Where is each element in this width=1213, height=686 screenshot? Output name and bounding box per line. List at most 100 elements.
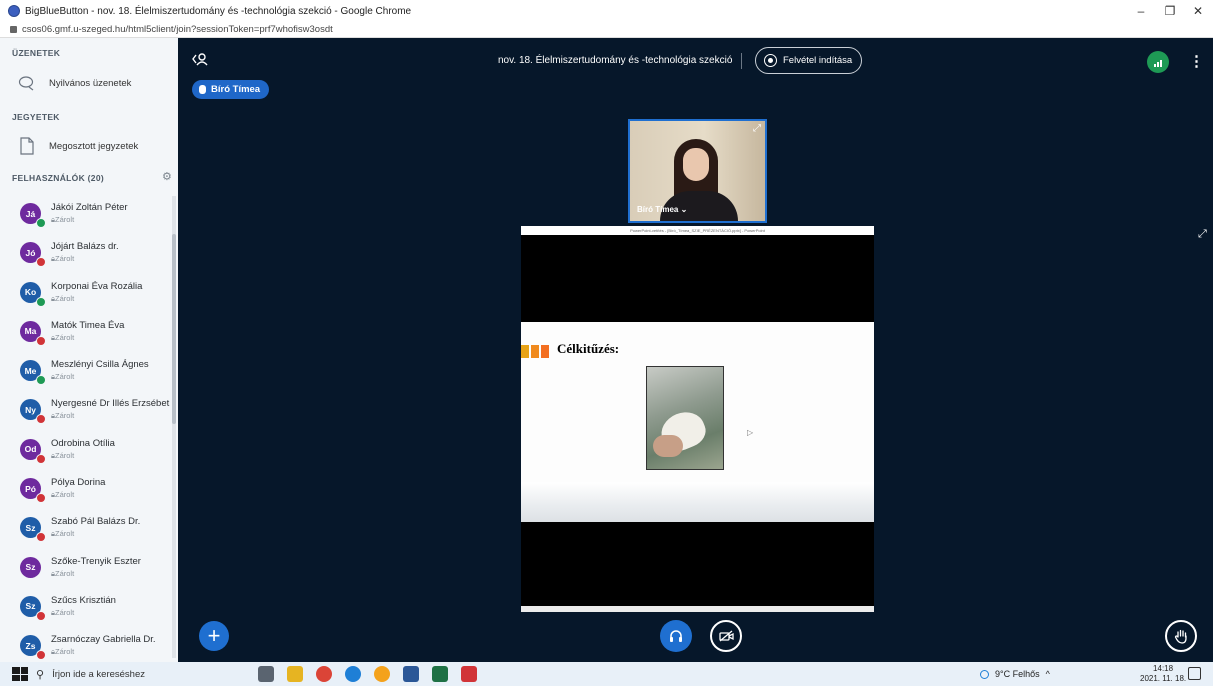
public-chat-item[interactable]: Nyilvános üzenetek: [0, 66, 178, 100]
clock-time: 14:18: [1153, 664, 1174, 673]
user-list-item[interactable]: Sz Szabó Pál Balázs Dr. 🔒︎Zárolt: [0, 510, 172, 549]
hand-icon: [1174, 629, 1187, 644]
main-presentation-area: Bíró Tímea nov. 18. Élelmiszertudomány é…: [178, 38, 1213, 662]
actions-plus-button[interactable]: +: [199, 621, 229, 651]
url-text[interactable]: csos06.gmf.u-szeged.hu/html5client/join?…: [22, 24, 333, 35]
chrome-icon[interactable]: [316, 666, 332, 682]
fullscreen-icon[interactable]: ⤢: [1198, 228, 1207, 241]
search-icon: ⚲: [36, 668, 45, 681]
user-name: Jójárt Balázs dr.: [51, 241, 119, 253]
taskbar-search[interactable]: ⚲ Írjon ide a kereséshez: [36, 662, 236, 686]
document-icon: [17, 136, 37, 156]
user-list-item[interactable]: Já Jákói Zoltán Péter 🔒︎Zárolt: [0, 196, 172, 235]
connection-status-icon[interactable]: [1147, 51, 1169, 73]
microphone-icon: [199, 85, 206, 94]
user-list-item[interactable]: Ma Matók Timea Éva 🔒︎Zárolt: [0, 314, 172, 353]
user-name: Korponai Éva Rozália: [51, 280, 143, 292]
user-name: Pólya Dorina: [51, 477, 106, 489]
window-title: BigBlueButton - nov. 18. Élelmiszertudom…: [25, 5, 412, 17]
notification-center-icon[interactable]: [1188, 667, 1201, 680]
windows-start-icon[interactable]: [12, 667, 28, 681]
word-icon[interactable]: [403, 666, 419, 682]
system-tray: 9°C Felhős ^: [980, 662, 1050, 686]
user-status: 🔒︎Zárolt: [51, 568, 75, 578]
mic-status-icon: [36, 218, 46, 228]
user-list-item[interactable]: Ko Korponai Éva Rozália 🔒︎Zárolt: [0, 275, 172, 314]
weather-text[interactable]: 9°C Felhős: [995, 669, 1040, 679]
user-list-sidebar: ÜZENETEK Nyilvános üzenetek JEGYETEK Meg…: [0, 38, 178, 662]
mic-status-icon: [36, 296, 46, 307]
user-list-item[interactable]: Me Meszlényi Csilla Ágnes 🔒︎Zárolt: [0, 353, 172, 392]
user-name: Odrobina Otília: [51, 437, 115, 449]
user-status: 🔒︎Zárolt: [51, 647, 75, 657]
user-status: 🔒︎Zárolt: [51, 254, 75, 264]
acrobat-icon[interactable]: [461, 666, 477, 682]
start-recording-button[interactable]: Felvétel indítása: [755, 47, 862, 74]
presentation-slide: Célkitűzés: ▷: [521, 322, 874, 522]
meeting-title: nov. 18. Élelmiszertudomány és -technoló…: [498, 55, 733, 66]
slide-heading: Célkitűzés:: [557, 341, 620, 356]
clock-date: 2021. 11. 18.: [1140, 674, 1187, 683]
user-list-item[interactable]: Ny Nyergesné Dr Illés Erzsébet 🔒︎Zárolt: [0, 392, 172, 431]
bigbluebutton-favicon-icon: [8, 5, 20, 17]
user-list-item[interactable]: Sz Szűcs Krisztián 🔒︎Zárolt: [0, 589, 172, 628]
camera-off-icon: [718, 630, 734, 642]
file-explorer-icon[interactable]: [287, 666, 303, 682]
notes-section-title: JEGYETEK: [12, 112, 60, 122]
user-list-scrollbar-thumb[interactable]: [172, 234, 176, 424]
camera-toggle-button[interactable]: [710, 620, 742, 652]
headphones-icon: [670, 630, 682, 642]
user-name: Meszlényi Csilla Ágnes: [51, 359, 149, 371]
user-name: Szőke-Trenyik Eszter: [51, 555, 141, 567]
search-placeholder: Írjon ide a kereséshez: [52, 668, 146, 680]
current-talker-badge[interactable]: Bíró Tímea: [192, 80, 270, 99]
tray-chevron-icon[interactable]: ^: [1046, 669, 1050, 679]
restore-button[interactable]: ❐: [1155, 0, 1185, 22]
mic-status-icon: [36, 414, 46, 425]
expand-video-icon[interactable]: ⤢: [753, 123, 761, 134]
user-status: 🔒︎Zárolt: [51, 490, 75, 500]
mic-status-icon: [36, 532, 46, 543]
title-separator: [741, 53, 742, 69]
chat-icon: [17, 73, 37, 93]
public-chat-label: Nyilvános üzenetek: [49, 77, 132, 89]
excel-icon[interactable]: [432, 666, 448, 682]
webcam-name-label[interactable]: Bíró Tímea ⌄: [637, 205, 687, 214]
address-bar[interactable]: csos06.gmf.u-szeged.hu/html5client/join?…: [0, 22, 1213, 38]
user-list-item[interactable]: Od Odrobina Otília 🔒︎Zárolt: [0, 432, 172, 471]
user-list: Já Jákói Zoltán Péter 🔒︎Zárolt Jó Jójárt Bal…: [0, 196, 172, 662]
edge-icon[interactable]: [345, 666, 361, 682]
user-list-item[interactable]: Sz Szőke-Trenyik Eszter 🔒︎Zárolt: [0, 550, 172, 589]
raise-hand-button[interactable]: [1165, 620, 1197, 652]
mic-status-icon: [36, 257, 46, 268]
task-view-icon[interactable]: [258, 666, 274, 682]
minimize-button[interactable]: –: [1126, 0, 1156, 22]
toggle-user-list-icon[interactable]: [192, 52, 208, 69]
taskbar-clock[interactable]: 14:18 2021. 11. 18.: [1140, 664, 1186, 684]
shared-notes-item[interactable]: Megosztott jegyzetek: [0, 129, 178, 163]
user-status: 🔒︎Zárolt: [51, 529, 75, 539]
user-name: Szűcs Krisztián: [51, 594, 116, 606]
close-button[interactable]: ✕: [1183, 0, 1213, 22]
webcam-video[interactable]: Bíró Tímea ⌄ ⤢: [628, 119, 767, 223]
audio-button[interactable]: [660, 620, 692, 652]
user-settings-gear-icon[interactable]: ⚙: [162, 172, 173, 183]
taskbar-apps: [258, 666, 477, 682]
user-status: 🔒︎Zárolt: [51, 607, 75, 617]
user-name: Matók Timea Éva: [51, 319, 125, 331]
shared-notes-label: Megosztott jegyzetek: [49, 140, 139, 152]
mic-status-icon: [36, 610, 46, 621]
user-name: Zsarnóczay Gabriella Dr.: [51, 634, 156, 646]
user-list-item[interactable]: Zs Zsarnóczay Gabriella Dr. 🔒︎Zárolt: [0, 628, 172, 662]
talker-name: Bíró Tímea: [211, 84, 261, 95]
mic-status-icon: [36, 375, 46, 386]
chrome-canary-icon[interactable]: [374, 666, 390, 682]
user-list-item[interactable]: Pó Pólya Dorina 🔒︎Zárolt: [0, 471, 172, 510]
record-icon: [764, 54, 777, 67]
user-status: 🔒︎Zárolt: [51, 215, 75, 224]
messages-section-title: ÜZENETEK: [12, 48, 61, 58]
weather-icon: [980, 669, 989, 679]
user-status: 🔒︎Zárolt: [51, 332, 75, 342]
options-menu-icon[interactable]: ⋮: [1189, 52, 1204, 70]
user-list-item[interactable]: Jó Jójárt Balázs dr. 🔒︎Zárolt: [0, 235, 172, 274]
